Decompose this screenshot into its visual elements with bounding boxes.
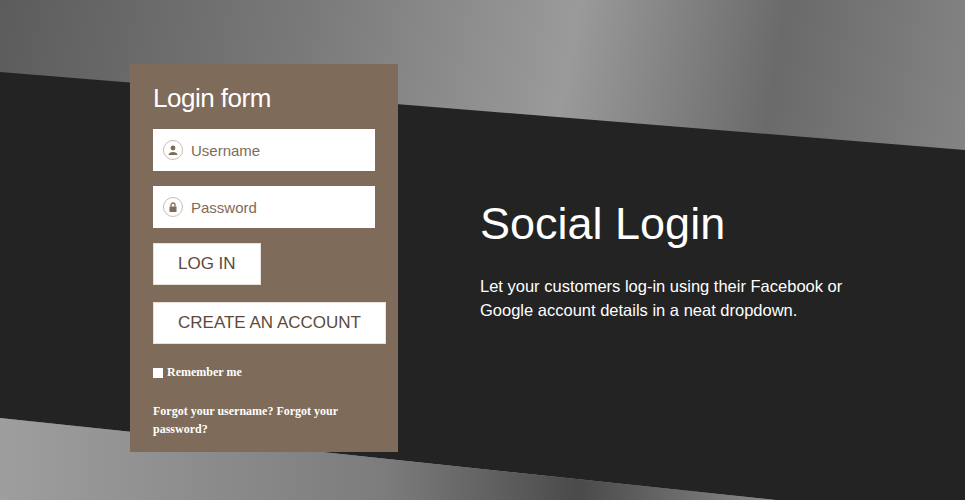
username-input[interactable] <box>191 142 365 159</box>
password-field[interactable] <box>153 186 375 228</box>
login-form: Login form LOG IN CREATE AN ACCOUNT Remembe… <box>130 64 398 452</box>
remember-checkbox[interactable] <box>153 368 163 378</box>
password-input[interactable] <box>191 199 365 216</box>
username-field[interactable] <box>153 129 375 171</box>
user-icon <box>163 140 183 160</box>
forgot-link[interactable]: Forgot your username? Forgot your passwo… <box>153 402 375 438</box>
remember-label[interactable]: Remember me <box>167 365 242 380</box>
login-title: Login form <box>153 82 375 115</box>
feature-section: Social Login Let your customers log-in us… <box>480 64 880 500</box>
lock-icon <box>163 197 183 217</box>
feature-description: Let your customers log-in using their Fa… <box>480 274 880 322</box>
login-button[interactable]: LOG IN <box>153 243 261 285</box>
create-account-button[interactable]: CREATE AN ACCOUNT <box>153 302 386 344</box>
feature-title: Social Login <box>480 196 880 252</box>
remember-me[interactable]: Remember me <box>153 365 375 380</box>
